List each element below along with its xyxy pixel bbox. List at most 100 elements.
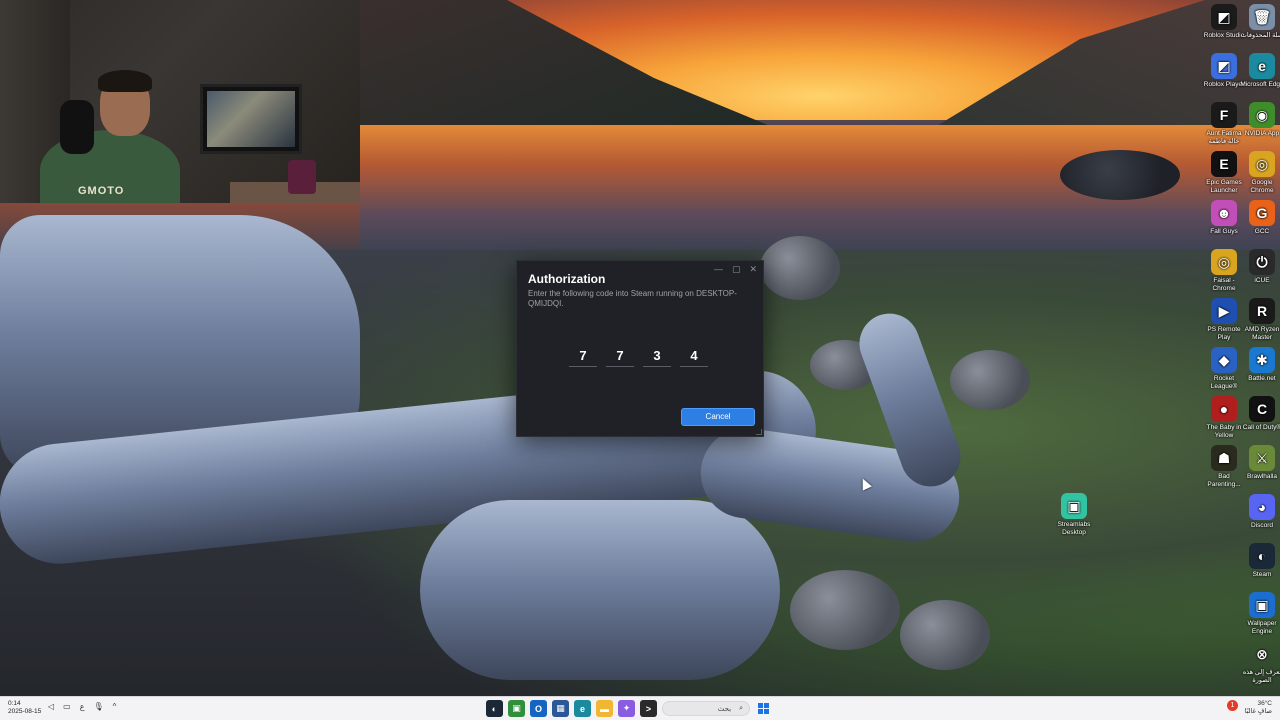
- desktop-icon-label: Fall Guys: [1210, 228, 1238, 235]
- desktop-icon-label: Roblox Studio: [1203, 32, 1245, 39]
- wallpaper-engine-icon: ▣: [1249, 592, 1275, 618]
- ps-remote-play-icon: ▶: [1211, 298, 1237, 324]
- wallpaper-rock: [900, 600, 990, 670]
- brawlhalla-icon: ⚔: [1249, 445, 1275, 471]
- desktop-icon-label: Microsoft Edge: [1240, 81, 1280, 88]
- chrome-icon: ◎: [1249, 151, 1275, 177]
- notification-badge[interactable]: 1: [1227, 700, 1238, 711]
- desktop-icon-label: PS Remote Play: [1207, 326, 1241, 341]
- desktop-icon-label: Call of Duty®: [1242, 424, 1280, 431]
- webcam-background-monitor: [200, 84, 302, 154]
- desktop-icon-label: Google Chrome: [1250, 179, 1274, 194]
- webcam-person-hair: [98, 70, 152, 92]
- desktop-icon-learn-about-picture[interactable]: ⊗ تعرف إلى هذه الصورة: [1240, 641, 1280, 684]
- desktop-icon-label: سلة المحذوفات: [1240, 32, 1280, 39]
- amd-ryzen-icon: R: [1249, 298, 1275, 324]
- desktop-icon-label: Wallpaper Engine: [1247, 620, 1277, 635]
- desktop-icon-recycle-bin[interactable]: 🗑 سلة المحذوفات: [1240, 4, 1280, 40]
- steam-icon: ◐: [1249, 543, 1275, 569]
- desktop-icon-gcc[interactable]: G GCC: [1240, 200, 1280, 236]
- wallpaper-rock: [950, 350, 1030, 410]
- code-digit: 3: [643, 347, 671, 367]
- roblox-player-icon: ◩: [1211, 53, 1237, 79]
- desktop-icon-amd-ryzen[interactable]: R AMD Ryzen Master: [1240, 298, 1280, 341]
- dialog-description: Enter the following code into Steam runn…: [528, 289, 737, 308]
- terminal-taskbar-icon[interactable]: >: [640, 700, 657, 717]
- store-taskbar-icon[interactable]: ▦: [552, 700, 569, 717]
- code-digit: 7: [569, 347, 597, 367]
- weather-desc: صافٍ غالبًا: [1244, 708, 1272, 715]
- desktop-icon-label: Aunt Fatima خالة فاطمة: [1206, 130, 1242, 145]
- notification-icon[interactable]: ◁: [48, 702, 54, 711]
- auth-code: 7 7 3 4: [569, 347, 708, 367]
- desktop-icon-label: Battle.net: [1248, 375, 1276, 382]
- call-of-duty-icon: C: [1249, 396, 1275, 422]
- desktop-icon-label: Discord: [1250, 522, 1274, 529]
- desktop-icon-call-of-duty[interactable]: C Call of Duty®: [1240, 396, 1280, 432]
- desktop-icon-label: Roblox Player: [1203, 81, 1245, 88]
- desktop-icon-battlenet[interactable]: ✱ Battle.net: [1240, 347, 1280, 383]
- recycle-bin-icon: 🗑: [1249, 4, 1275, 30]
- microphone-icon[interactable]: 🎙: [94, 702, 104, 711]
- epic-games-icon: E: [1211, 151, 1237, 177]
- edge-taskbar-icon[interactable]: e: [574, 700, 591, 717]
- clock-time: 0:14: [8, 700, 21, 707]
- baby-in-yellow-icon: ●: [1211, 396, 1237, 422]
- desktop-icon-label: Streamlabs Desktop: [1057, 521, 1091, 536]
- desktop-icon-icue[interactable]: ⏻ iCUE: [1240, 249, 1280, 285]
- discord-icon: ◕: [1249, 494, 1275, 520]
- desktop-icon-label: Steam: [1252, 571, 1272, 578]
- language-indicator[interactable]: ع: [80, 702, 85, 711]
- fall-guys-icon: ☻: [1211, 200, 1237, 226]
- desktop-icon-grid: ◩ Roblox Studio 🗑 سلة المحذوفات ◩ Roblox Play…: [1200, 0, 1280, 696]
- desktop-icon-brawlhalla[interactable]: ⚔ Brawlhalla: [1240, 445, 1280, 481]
- desktop-icon-steam[interactable]: ◐ Steam: [1240, 543, 1280, 579]
- webcam-microphone: [60, 100, 94, 154]
- file-explorer-taskbar-icon[interactable]: ▬: [596, 700, 613, 717]
- code-digit: 7: [606, 347, 634, 367]
- dialog-title: Authorization: [528, 272, 606, 286]
- desktop-icon-chrome[interactable]: ◎ Google Chrome: [1240, 151, 1280, 194]
- outlook-taskbar-icon[interactable]: O: [530, 700, 547, 717]
- search-icon: ⌕: [739, 704, 743, 712]
- start-button[interactable]: [755, 700, 772, 717]
- desktop-icon-label: Faisal - Chrome: [1212, 277, 1236, 292]
- desktop-icon-wallpaper-engine[interactable]: ▣ Wallpaper Engine: [1240, 592, 1280, 635]
- wallpaper-driftwood: [420, 500, 780, 680]
- desktop-icon-edge[interactable]: e Microsoft Edge: [1240, 53, 1280, 89]
- show-hidden-icons-chevron-icon[interactable]: ^: [113, 702, 117, 711]
- resize-handle[interactable]: [756, 429, 762, 435]
- desktop-icon-label: Brawlhalla: [1247, 473, 1277, 480]
- copilot-taskbar-icon[interactable]: ✦: [618, 700, 635, 717]
- battlenet-icon: ✱: [1249, 347, 1275, 373]
- xbox-taskbar-icon[interactable]: ▣: [508, 700, 525, 717]
- maximize-button[interactable]: ▢: [732, 264, 741, 275]
- streamlabs-icon: ▣: [1061, 493, 1087, 519]
- desktop-icon-label: NVIDIA App: [1244, 130, 1280, 137]
- desktop-icon-streamlabs[interactable]: ▣ Streamlabs Desktop: [1053, 493, 1095, 536]
- search-label: بحث: [717, 705, 732, 713]
- taskbar-clock[interactable]: 0:14 2025-08-15: [8, 700, 41, 716]
- aunt-fatima-icon: F: [1211, 102, 1237, 128]
- weather-widget[interactable]: 36°C صافٍ غالبًا: [1245, 700, 1272, 716]
- webcam-overlay: GMOTO: [0, 0, 360, 203]
- authorization-dialog: — ▢ ✕ Authorization Enter the following …: [516, 260, 764, 437]
- desktop-icon-nvidia[interactable]: ◉ NVIDIA App: [1240, 102, 1280, 138]
- rocket-league-icon: ◆: [1211, 347, 1237, 373]
- desktop-icon-label: Epic Games Launcher: [1206, 179, 1242, 194]
- cancel-button[interactable]: Cancel: [682, 409, 754, 425]
- desktop-icon-label: AMD Ryzen Master: [1244, 326, 1280, 341]
- window-controls: — ▢ ✕: [714, 264, 757, 275]
- webcam-mug: [288, 160, 316, 194]
- code-digit: 4: [680, 347, 708, 367]
- clock-date: 2025-08-15: [8, 708, 42, 715]
- taskbar-search[interactable]: بحث ⌕: [662, 701, 750, 716]
- close-button[interactable]: ✕: [749, 264, 757, 275]
- battery-display-icon[interactable]: ▭: [63, 702, 71, 711]
- desktop-icon-discord[interactable]: ◕ Discord: [1240, 494, 1280, 530]
- taskbar-center: ◐ ▣ O ▦ e ▬ ✦ > بحث ⌕: [486, 700, 772, 717]
- nvidia-icon: ◉: [1249, 102, 1275, 128]
- bad-parenting-icon: ☗: [1211, 445, 1237, 471]
- minimize-button[interactable]: —: [714, 264, 723, 275]
- steam-taskbar-icon[interactable]: ◐: [486, 700, 503, 717]
